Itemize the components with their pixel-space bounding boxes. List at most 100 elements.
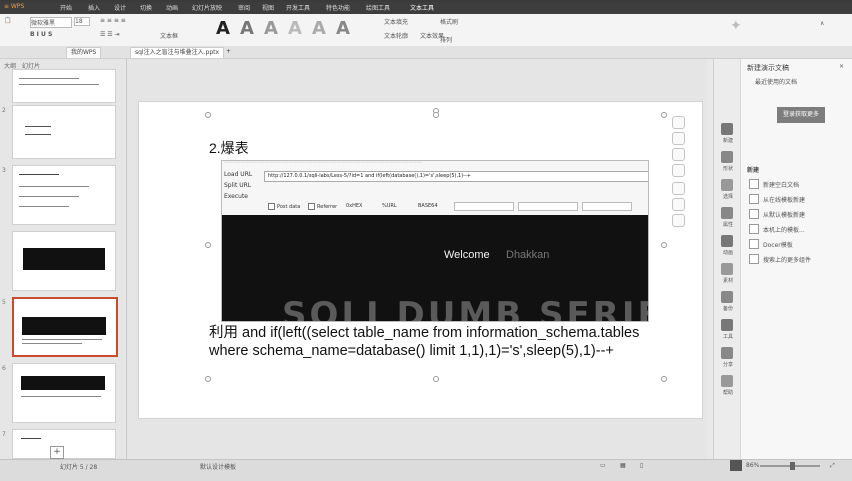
login-button[interactable]: 登录获取更多 xyxy=(777,107,825,123)
slide-title[interactable]: 2.爆表 xyxy=(209,138,249,158)
text-outline-button[interactable]: 文本轮廓 xyxy=(384,31,408,40)
menu-review[interactable]: 审阅 xyxy=(238,3,250,12)
resize-handle-tr[interactable] xyxy=(661,112,667,118)
animation-icon[interactable] xyxy=(721,235,733,247)
slide-thumb-7[interactable] xyxy=(12,429,116,459)
tools-icon[interactable] xyxy=(721,319,733,331)
search-more-link[interactable]: 搜索上的更多组件 xyxy=(763,255,811,264)
post-data-checkbox[interactable]: Post data xyxy=(268,203,300,210)
recent-docs-label[interactable]: 最近使用的文档 xyxy=(755,77,797,86)
default-template-link[interactable]: 从默认模板新建 xyxy=(763,210,805,219)
close-task-pane-icon[interactable]: × xyxy=(839,63,844,70)
hackbar-input-1[interactable] xyxy=(454,202,514,211)
share-icon[interactable] xyxy=(721,347,733,359)
fill-icon[interactable] xyxy=(672,148,685,161)
menu-drawing-tools[interactable]: 绘图工具 xyxy=(366,3,390,12)
zoom-slider-handle[interactable] xyxy=(790,462,795,470)
material-icon[interactable] xyxy=(721,263,733,275)
font-size-select[interactable]: 18 xyxy=(74,17,90,26)
tab-my-wps[interactable]: 我的WPS xyxy=(66,47,102,58)
more-icon[interactable] xyxy=(672,214,685,227)
add-slide-button[interactable]: + xyxy=(50,446,64,459)
new-tab-button[interactable]: + xyxy=(222,47,235,57)
help-icon[interactable] xyxy=(721,375,733,387)
base64-button[interactable]: BASE64 xyxy=(418,203,438,209)
resize-handle-t[interactable] xyxy=(433,112,439,118)
right-label-share: 分享 xyxy=(722,362,733,368)
slide-thumb-6[interactable] xyxy=(12,363,116,423)
slide-thumb-4[interactable] xyxy=(12,231,116,291)
menu-insert[interactable]: 插入 xyxy=(88,3,100,12)
backup-icon[interactable] xyxy=(721,291,733,303)
tab-document[interactable]: sql注入之盲注与堆叠注入.pptx xyxy=(130,47,225,58)
online-template-link[interactable]: 从在线模板新建 xyxy=(763,195,805,204)
hackbar-input-2[interactable] xyxy=(518,202,578,211)
slide-body-text[interactable]: 利用 and if(left((select table_name from i… xyxy=(209,324,669,360)
referrer-checkbox[interactable]: Referrer xyxy=(308,203,337,210)
shape-icon[interactable] xyxy=(672,164,685,177)
menu-devtools[interactable]: 开发工具 xyxy=(286,3,310,12)
slide-thumb-1[interactable] xyxy=(12,69,116,103)
url-encode-button[interactable]: %URL xyxy=(382,203,397,209)
text-style-a3[interactable]: A xyxy=(264,18,278,39)
slide[interactable]: 2.爆表 ⋯⋯⋯⋯⋯⋯⋯⋯⋯⋯⋯⋯⋯⋯⋯⋯⋯⋯⋯⋯⋯⋯⋯⋯⋯⋯⋯⋯⋯⋯⋯⋯⋯ L… xyxy=(138,101,703,419)
resize-handle-br[interactable] xyxy=(661,376,667,382)
property-icon[interactable] xyxy=(721,207,733,219)
menu-features[interactable]: 特色功能 xyxy=(326,3,350,12)
resize-handle-tl[interactable] xyxy=(205,112,211,118)
fit-window-icon[interactable]: ⤢ xyxy=(830,462,835,470)
bold-button[interactable]: B I U S xyxy=(30,31,52,38)
new-blank-link[interactable]: 新建空白文档 xyxy=(763,180,799,189)
url-field[interactable]: http://127.0.0.1/sqli-labs/Less-5/?id=1 … xyxy=(264,171,648,182)
text-style-a1[interactable]: A xyxy=(216,18,230,39)
text-style-a6[interactable]: A xyxy=(336,18,350,39)
menu-slideshow[interactable]: 幻灯片放映 xyxy=(192,3,222,12)
menu-design[interactable]: 设计 xyxy=(114,3,126,12)
menu-text-tools[interactable]: 文本工具 xyxy=(410,3,434,12)
list-icon[interactable]: ☰ ☰ ⇥ xyxy=(100,31,120,38)
execute-button[interactable]: Execute xyxy=(224,193,248,200)
local-template-link[interactable]: 本机上的模板... xyxy=(763,225,805,234)
text-fill-button[interactable]: 文本填充 xyxy=(384,17,408,26)
align-icon[interactable]: ≡ ≡ ≡ ≡ xyxy=(100,17,126,24)
split-url-button[interactable]: Split URL xyxy=(224,182,251,189)
font-name-select[interactable]: 微软雅黑 xyxy=(30,17,72,28)
screenshot-image[interactable]: ⋯⋯⋯⋯⋯⋯⋯⋯⋯⋯⋯⋯⋯⋯⋯⋯⋯⋯⋯⋯⋯⋯⋯⋯⋯⋯⋯⋯⋯⋯⋯⋯⋯ Load U… xyxy=(221,160,649,322)
view-normal-icon[interactable]: ▭ xyxy=(600,462,606,469)
paste-button[interactable]: 📋 xyxy=(4,17,11,24)
resize-handle-r[interactable] xyxy=(661,242,667,248)
docer-template-link[interactable]: Docer模板 xyxy=(763,240,793,249)
resize-handle-l[interactable] xyxy=(205,242,211,248)
wps-logo[interactable]: ≡ WPS xyxy=(4,3,24,10)
menu-view[interactable]: 视图 xyxy=(262,3,274,12)
menu-home[interactable]: 开始 xyxy=(60,3,72,12)
view-reading-icon[interactable]: ▯ xyxy=(640,462,643,469)
slide-thumb-5-selected[interactable] xyxy=(12,297,118,357)
resize-handle-bl[interactable] xyxy=(205,376,211,382)
arrange-button[interactable]: 排列 xyxy=(440,35,452,44)
text-style-a5[interactable]: A xyxy=(312,18,326,39)
text-box-button[interactable]: 文本框 xyxy=(160,31,178,40)
pen-icon[interactable] xyxy=(672,132,685,145)
format-painter-button[interactable]: 格式刷 xyxy=(440,17,458,26)
hex-button[interactable]: 0xHEX xyxy=(346,203,362,209)
layer-icon[interactable] xyxy=(672,182,685,195)
text-style-a4[interactable]: A xyxy=(288,18,302,39)
menu-transition[interactable]: 切换 xyxy=(140,3,152,12)
slide-thumb-2[interactable] xyxy=(12,105,116,159)
load-url-button[interactable]: Load URL xyxy=(224,171,252,178)
text-style-a2[interactable]: A xyxy=(240,18,254,39)
shape-tool-icon[interactable] xyxy=(721,151,733,163)
collapse-ribbon-icon[interactable]: ∧ xyxy=(820,20,824,27)
select-tool-icon[interactable] xyxy=(721,179,733,191)
view-sorter-icon[interactable]: ▦ xyxy=(620,462,626,469)
hackbar-input-3[interactable] xyxy=(582,202,632,211)
resize-handle-b[interactable] xyxy=(433,376,439,382)
ribbon: 📋 微软雅黑 18 B I U S ≡ ≡ ≡ ≡ ☰ ☰ ⇥ 文本框 A A … xyxy=(0,14,852,47)
slide-thumb-3[interactable] xyxy=(12,165,116,225)
zoom-in-icon[interactable] xyxy=(672,116,685,129)
menu-animation[interactable]: 动画 xyxy=(166,3,178,12)
crop-icon[interactable] xyxy=(672,198,685,211)
new-icon[interactable] xyxy=(721,123,733,135)
play-slideshow-button[interactable] xyxy=(730,460,742,471)
